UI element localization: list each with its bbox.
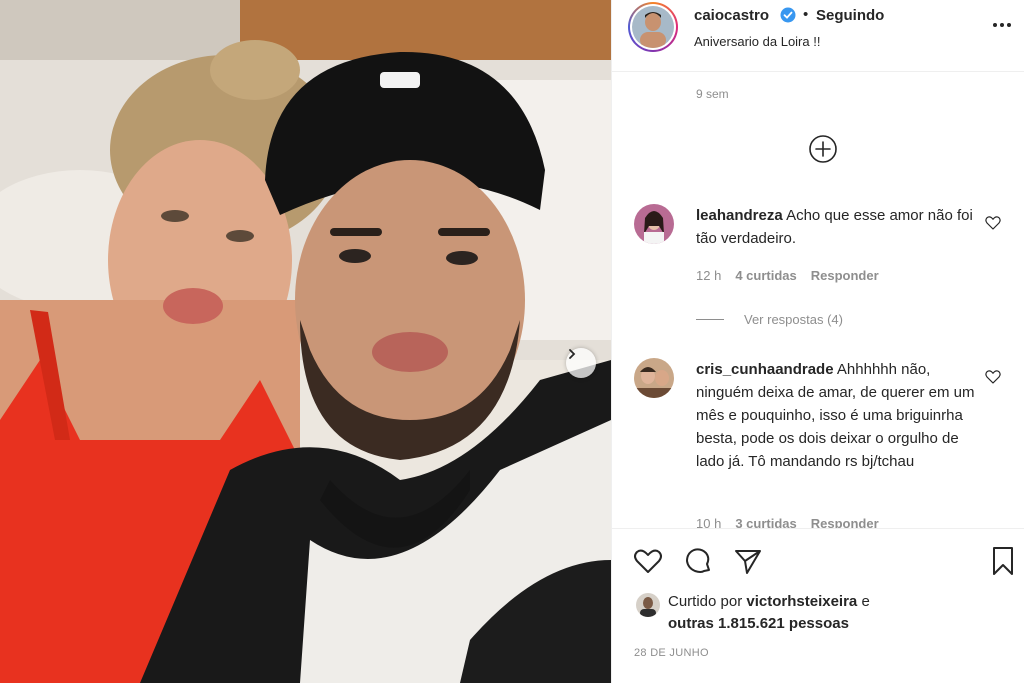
- author-avatar-image: [632, 6, 674, 48]
- view-replies-button[interactable]: Ver respostas (4): [696, 312, 843, 327]
- comment-meta: 12 h 4 curtidas Responder: [696, 268, 879, 283]
- commenter-avatar-image: [634, 358, 674, 398]
- author-avatar[interactable]: [628, 2, 678, 52]
- liked-by-text: Curtido por victorhsteixeira e outras 1.…: [668, 591, 968, 635]
- instagram-post-viewer: caiocastro • Seguindo Aniversario da Loi…: [0, 0, 1024, 683]
- post-date[interactable]: 28 DE JUNHO: [634, 647, 709, 659]
- post-actions: Curtido por victorhsteixeira e outras 1.…: [612, 528, 1024, 683]
- next-photo-button[interactable]: [566, 348, 596, 378]
- share-icon[interactable]: [732, 545, 764, 577]
- post-photo-image: [0, 0, 611, 683]
- follow-status-button[interactable]: Seguindo: [816, 7, 884, 24]
- comment-username[interactable]: cris_cunhaandrade: [696, 361, 834, 378]
- liker-avatar-image: [636, 593, 660, 617]
- chevron-right-icon: [569, 349, 576, 359]
- liked-and: e: [861, 593, 870, 610]
- comment-body: leahandreza Acho que esse amor não foi t…: [696, 204, 976, 250]
- verified-badge-icon: [780, 7, 796, 23]
- commenter-avatar-image: [634, 204, 674, 244]
- comment-heart-icon[interactable]: [984, 368, 1002, 386]
- reply-button[interactable]: Responder: [811, 268, 879, 283]
- more-options-icon[interactable]: [993, 17, 1017, 33]
- post-side-panel: caiocastro • Seguindo Aniversario da Loi…: [611, 0, 1024, 683]
- comment-time: 10 h: [696, 516, 722, 528]
- bookmark-icon[interactable]: [987, 545, 1019, 577]
- comment-likes[interactable]: 4 curtidas: [735, 268, 796, 283]
- comment-likes[interactable]: 3 curtidas: [735, 516, 796, 528]
- post-photo[interactable]: [0, 0, 611, 683]
- comment-icon[interactable]: [682, 545, 714, 577]
- header-separator: •: [803, 6, 809, 23]
- post-header: caiocastro • Seguindo Aniversario da Loi…: [612, 0, 1024, 72]
- comments-list[interactable]: 9 sem leahandreza Acho que esse amor não…: [612, 72, 1024, 528]
- comment-body: cris_cunhaandrade Ahhhhhh não, ninguém d…: [696, 358, 976, 473]
- replies-divider: [696, 319, 724, 320]
- post-caption: Aniversario da Loira !!: [694, 34, 821, 49]
- reply-button[interactable]: Responder: [811, 516, 879, 528]
- liked-prefix: Curtido por: [668, 593, 743, 610]
- view-replies-label: Ver respostas (4): [744, 312, 843, 327]
- comment-time: 12 h: [696, 268, 722, 283]
- commenter-avatar[interactable]: [634, 358, 674, 398]
- plus-circle-icon[interactable]: [808, 134, 838, 164]
- comment-heart-icon[interactable]: [984, 214, 1002, 232]
- post-time-ago: 9 sem: [696, 87, 729, 101]
- heart-icon[interactable]: [632, 545, 664, 577]
- liked-user[interactable]: victorhsteixeira: [746, 593, 857, 610]
- comment-username[interactable]: leahandreza: [696, 207, 783, 224]
- liked-others[interactable]: outras 1.815.621 pessoas: [668, 615, 849, 632]
- commenter-avatar[interactable]: [634, 204, 674, 244]
- liker-avatar[interactable]: [636, 593, 660, 617]
- comment-meta: 10 h 3 curtidas Responder: [696, 516, 879, 528]
- author-username[interactable]: caiocastro: [694, 7, 769, 24]
